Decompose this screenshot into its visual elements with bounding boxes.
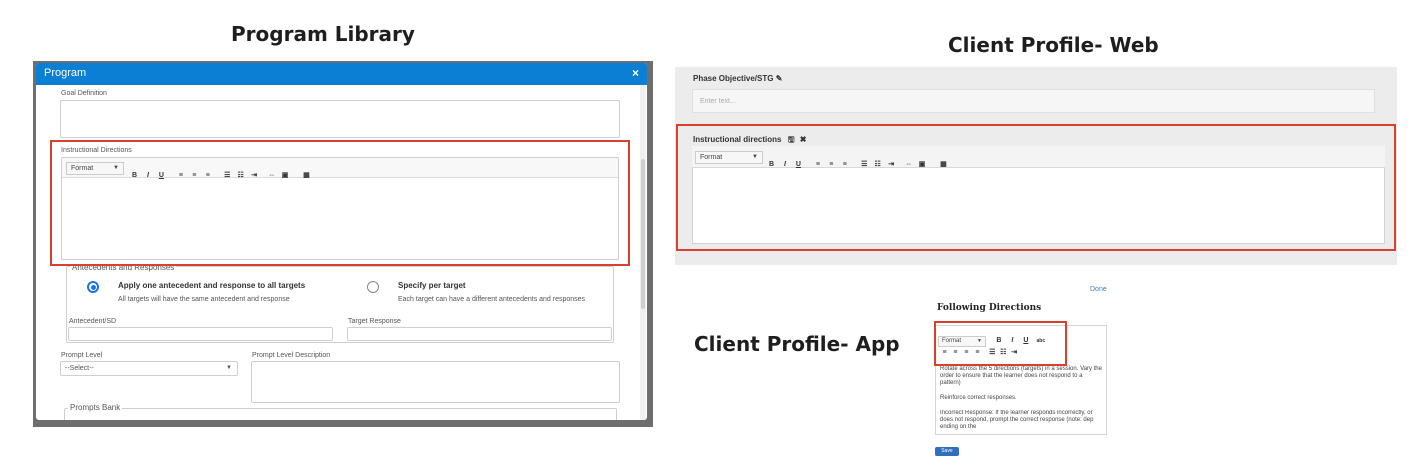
dialog-title: Program <box>44 67 87 79</box>
radio-specify-per-target[interactable] <box>367 281 379 293</box>
goal-definition-input[interactable] <box>60 100 620 138</box>
app-para-3: Incorrect Response: If the learner respo… <box>940 410 1094 430</box>
prompt-level-desc-label: Prompt Level Description <box>252 352 331 359</box>
pencil-icon[interactable]: ✎ <box>776 74 783 83</box>
prompts-bank-fieldset <box>64 408 617 420</box>
option-apply-all-desc: All targets will have the same anteceden… <box>118 296 290 303</box>
goal-definition-label: Goal Definition <box>61 90 107 97</box>
dialog-scrollbar-thumb[interactable] <box>641 159 645 309</box>
prompt-level-select[interactable]: --Select-- ▼ <box>60 361 238 376</box>
dialog-titlebar: Program × <box>36 63 647 85</box>
antecedent-input[interactable] <box>68 327 333 341</box>
phase-objective-placeholder: Enter text... <box>700 98 736 105</box>
highlight-app-toolbar <box>934 321 1067 366</box>
target-response-input[interactable] <box>347 327 612 341</box>
heading-program-library: Program Library <box>231 22 415 46</box>
phase-objective-label: Phase Objective/STG ✎ <box>693 74 782 83</box>
app-done-button[interactable]: Done <box>1090 286 1107 293</box>
close-icon[interactable]: × <box>632 66 639 80</box>
radio-apply-all[interactable] <box>87 281 99 293</box>
heading-client-profile-web: Client Profile- Web <box>948 33 1159 57</box>
prompts-bank-legend: Prompts Bank <box>68 403 123 412</box>
app-para-2: Reinforce correct responses. <box>940 395 1017 401</box>
option-specify-desc: Each target can have a different anteced… <box>398 296 586 303</box>
app-save-button[interactable]: Save <box>935 447 959 456</box>
phase-objective-text: Phase Objective/STG <box>693 74 774 83</box>
prompt-level-desc-input[interactable] <box>251 361 620 403</box>
option-specify-title: Specify per target <box>398 281 466 290</box>
target-response-label: Target Response <box>348 318 401 325</box>
highlight-web-instructional <box>676 124 1396 251</box>
heading-client-profile-app: Client Profile- App <box>694 332 900 356</box>
phase-objective-input[interactable]: Enter text... <box>692 89 1375 113</box>
prompt-level-value: --Select-- <box>65 365 94 372</box>
app-title: Following Directions <box>937 303 1042 313</box>
chevron-down-icon: ▼ <box>226 365 232 371</box>
highlight-instructional-directions <box>50 140 630 266</box>
app-para-1: Rotate across the 5 directions (targets)… <box>940 366 1102 386</box>
antecedent-label: Antecedent/SD <box>69 318 117 325</box>
option-apply-all-title: Apply one antecedent and response to all… <box>118 281 306 290</box>
prompt-level-label: Prompt Level <box>61 352 103 359</box>
